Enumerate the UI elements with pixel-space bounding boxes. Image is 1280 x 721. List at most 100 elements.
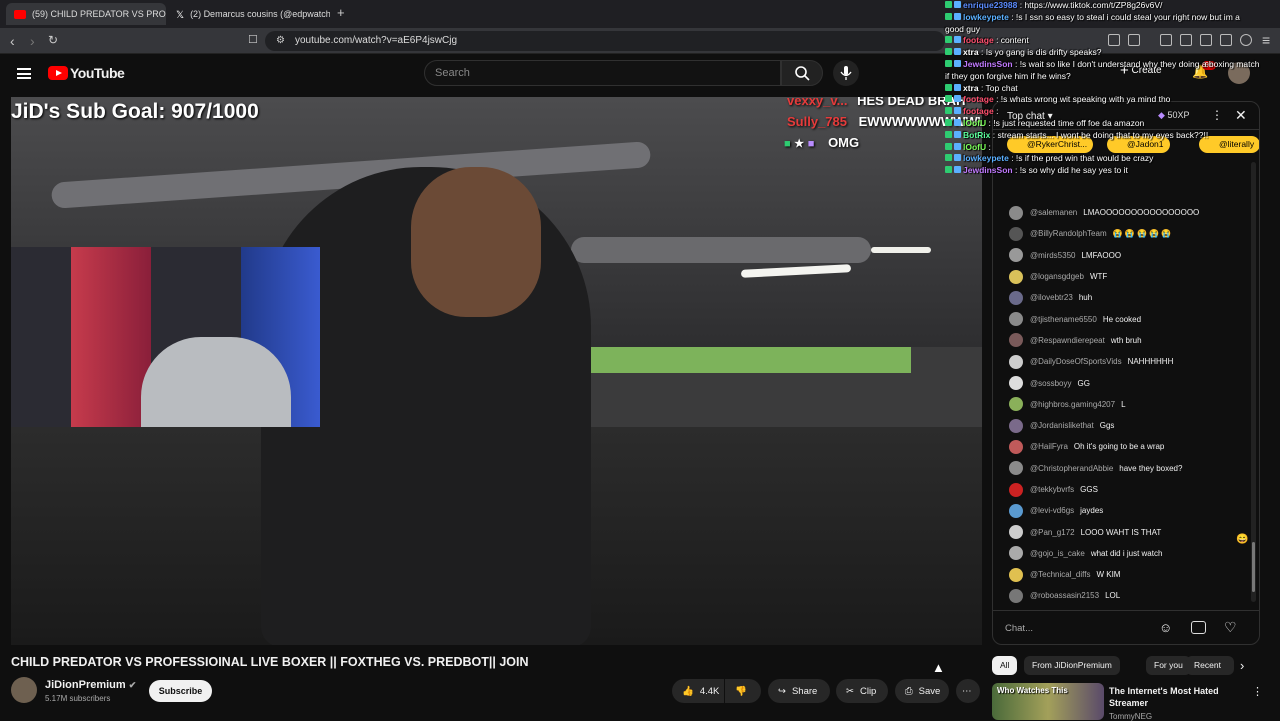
back-icon[interactable]: ‹ <box>10 33 15 49</box>
chip-all[interactable]: All <box>992 656 1017 675</box>
chat-author[interactable]: @Technical_diffs <box>1030 570 1090 579</box>
badge-icon <box>945 154 952 161</box>
chat-author-avatar[interactable] <box>1009 291 1023 305</box>
chat-author[interactable]: @tjisthename6550 <box>1030 315 1097 324</box>
chat-author[interactable]: @DailyDoseOfSportsVids <box>1030 357 1122 366</box>
clip-button[interactable]: ✂Clip <box>836 679 888 703</box>
chat-author-avatar[interactable] <box>1009 355 1023 369</box>
hamburger-menu-icon[interactable] <box>17 68 31 79</box>
chat-author[interactable]: @tekkybvrfs <box>1030 485 1074 494</box>
chat-author-avatar[interactable] <box>1009 483 1023 497</box>
chat-author-avatar[interactable] <box>1009 376 1023 390</box>
stream-chat-sep: : <box>986 142 991 152</box>
chat-message[interactable]: @JordanislikethatGgs <box>993 415 1253 436</box>
more-actions-button[interactable]: ⋯ <box>956 679 980 703</box>
chat-author[interactable]: @gojo_is_cake <box>1030 549 1085 558</box>
badge-icon: ■ <box>784 138 791 150</box>
chat-message[interactable]: @highbros.gaming4207L <box>993 394 1253 415</box>
chat-author[interactable]: @sossboyy <box>1030 379 1071 388</box>
chat-author[interactable]: @ChristopherandAbbie <box>1030 464 1113 473</box>
chat-author-avatar[interactable] <box>1009 248 1023 262</box>
chat-author-avatar[interactable] <box>1009 568 1023 582</box>
bookmark-icon[interactable]: ☐ <box>248 33 258 46</box>
save-button[interactable]: ⎙Save <box>895 679 949 703</box>
share-button[interactable]: ↪Share <box>768 679 830 703</box>
more-vertical-icon[interactable]: ⋮ <box>1252 685 1263 698</box>
chat-author[interactable]: @mirds5350 <box>1030 251 1075 260</box>
chat-author-avatar[interactable] <box>1009 589 1023 603</box>
chat-author[interactable]: @Pan_g172 <box>1030 528 1075 537</box>
chat-author-avatar[interactable] <box>1009 525 1023 539</box>
chat-author[interactable]: @roboassasin2153 <box>1030 591 1099 600</box>
voice-search-button[interactable] <box>833 60 859 86</box>
stream-chat-line: BotRix : stream starts... I wont be doin… <box>945 130 1280 142</box>
chat-author[interactable]: @logansgdgeb <box>1030 272 1084 281</box>
chat-author[interactable]: @HailFyra <box>1030 442 1068 451</box>
chevron-right-icon[interactable]: › <box>1240 658 1244 673</box>
browser-tab-x[interactable]: 𝕏 (2) Demarcus cousins (@edpwatch_) × <box>168 3 330 25</box>
chat-author[interactable]: @ilovebtr23 <box>1030 293 1073 302</box>
channel-avatar[interactable] <box>11 677 37 703</box>
like-button[interactable]: 👍4.4K <box>672 679 724 703</box>
reload-icon[interactable]: ↻ <box>48 33 58 47</box>
chat-author-avatar[interactable] <box>1009 397 1023 411</box>
chat-author-avatar[interactable] <box>1009 546 1023 560</box>
chat-author-avatar[interactable] <box>1009 270 1023 284</box>
share-icon: ↪ <box>778 686 786 697</box>
badge-icon <box>954 13 961 20</box>
chat-message[interactable]: @Respawndierepeatwth bruh <box>993 330 1253 351</box>
chat-message[interactable]: @sossboyyGG <box>993 372 1253 393</box>
chat-author[interactable]: @Jordanislikethat <box>1030 421 1094 430</box>
dislike-button[interactable]: 👎 <box>725 679 761 703</box>
search-button[interactable] <box>781 60 823 86</box>
streamer-webcam-overlay <box>11 247 320 427</box>
badge-icon <box>945 60 952 67</box>
site-info-icon[interactable]: ⚙ <box>276 35 285 46</box>
forward-icon[interactable]: › <box>30 33 35 49</box>
chat-input[interactable]: Chat... <box>1005 619 1155 639</box>
chat-author[interactable]: @Respawndierepeat <box>1030 336 1105 345</box>
chat-message[interactable]: @logansgdgebWTF <box>993 266 1253 287</box>
chat-message[interactable]: @ChristopherandAbbiehave they boxed? <box>993 458 1253 479</box>
chat-message[interactable]: @roboassasin2153LOL <box>993 585 1253 606</box>
super-chat-icon[interactable] <box>1191 621 1206 634</box>
chip-recent[interactable]: Recent <box>1186 656 1234 675</box>
youtube-logo[interactable]: YouTube <box>48 65 124 81</box>
recommended-video[interactable]: Who Watches This The Internet's Most Hat… <box>992 683 1260 720</box>
browser-tab-youtube[interactable]: (59) CHILD PREDATOR VS PRO × <box>6 3 166 25</box>
chat-author-avatar[interactable] <box>1009 419 1023 433</box>
verified-icon: ✔ <box>129 680 137 690</box>
chip-from-channel[interactable]: From JiDionPremium <box>1024 656 1120 675</box>
new-tab-button[interactable]: + <box>337 5 345 20</box>
emoji-icon[interactable]: ☺ <box>1159 620 1172 635</box>
chat-message[interactable]: @levi-vd6gsjaydes <box>993 500 1253 521</box>
chat-message[interactable]: @DailyDoseOfSportsVidsNAHHHHHH <box>993 351 1253 372</box>
chat-author-avatar[interactable] <box>1009 504 1023 518</box>
chip-for-you[interactable]: For you <box>1146 656 1191 675</box>
stream-chat-sep: : <box>1013 165 1020 175</box>
chat-author[interactable]: @highbros.gaming4207 <box>1030 400 1115 409</box>
chat-author-avatar[interactable] <box>1009 440 1023 454</box>
subscribe-button[interactable]: Subscribe <box>149 680 212 702</box>
search-input[interactable]: Search <box>424 60 781 86</box>
chat-author[interactable]: @levi-vd6gs <box>1030 506 1074 515</box>
mouse-cursor-icon: ▲ <box>932 660 945 675</box>
chat-message[interactable]: @tjisthename6550He cooked <box>993 308 1253 329</box>
channel-name[interactable]: JiDionPremium ✔ <box>45 679 136 691</box>
url-field[interactable]: youtube.com/watch?v=aE6P4jswCjg <box>265 31 945 51</box>
chat-message[interactable]: @ilovebtr23huh <box>993 287 1253 308</box>
chat-author-avatar[interactable] <box>1009 461 1023 475</box>
chat-message[interactable]: @HailFyraOh it's going to be a wrap <box>993 436 1253 457</box>
heart-icon[interactable]: ♡ <box>1224 619 1237 636</box>
chat-message[interactable]: @gojo_is_cakewhat did i just watch <box>993 543 1253 564</box>
chat-author-avatar[interactable] <box>1009 312 1023 326</box>
recommended-thumbnail[interactable]: Who Watches This <box>992 683 1104 720</box>
chat-message[interactable]: @Technical_diffsW KIM <box>993 564 1253 585</box>
chat-message[interactable]: @Pan_g172LOOO WAHT IS THAT <box>993 521 1253 542</box>
chat-scrollbar-thumb[interactable] <box>1252 542 1255 592</box>
stream-chat-line: xtra : Is yo gang is dis drifty speaks? <box>945 47 1280 59</box>
search-placeholder: Search <box>435 67 470 79</box>
chat-message[interactable]: @tekkybvrfsGGS <box>993 479 1253 500</box>
video-player[interactable]: JiD's Sub Goal: 907/1000 vexxy_v... HES … <box>11 97 982 645</box>
chat-author-avatar[interactable] <box>1009 333 1023 347</box>
